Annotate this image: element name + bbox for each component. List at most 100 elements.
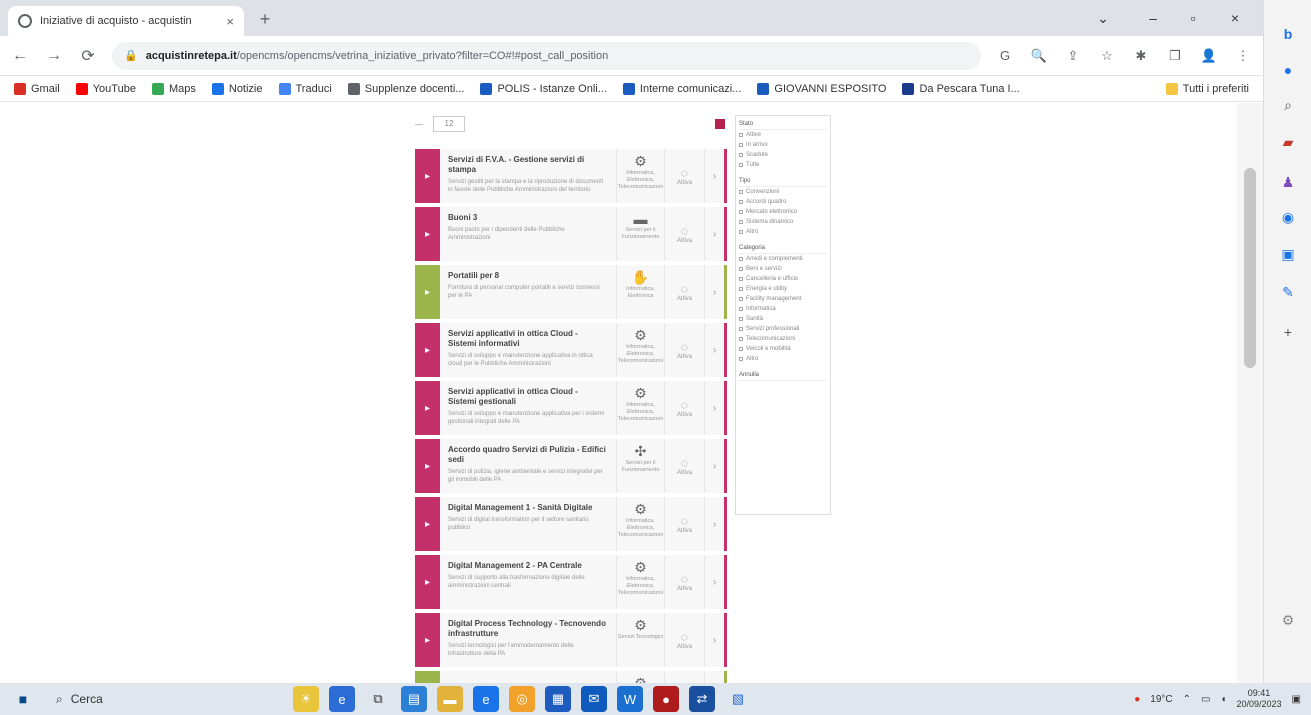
- bookmark-polis[interactable]: POLIS - Istanze Onli...: [480, 82, 607, 95]
- mail-icon[interactable]: ✉: [581, 686, 607, 712]
- widget-icon[interactable]: ☀: [293, 686, 319, 712]
- discover-icon[interactable]: ●: [1276, 58, 1300, 82]
- weather-icon[interactable]: ●: [1134, 694, 1140, 705]
- result-card[interactable]: ▸ Accordo quadro Servizi di Pulizia - Edi…: [415, 439, 727, 493]
- shopping-icon[interactable]: ▰: [1276, 130, 1300, 154]
- checkbox[interactable]: [739, 143, 743, 147]
- back-button[interactable]: ←: [10, 47, 30, 65]
- filter-option[interactable]: Accordi quadro: [739, 197, 827, 207]
- chevron-right-icon[interactable]: ›: [704, 265, 724, 319]
- google-lens-icon[interactable]: G: [995, 48, 1015, 63]
- chevron-right-icon[interactable]: ›: [704, 323, 724, 377]
- games-icon[interactable]: ♟: [1276, 170, 1300, 194]
- checkbox[interactable]: [739, 200, 743, 204]
- result-card[interactable]: ▸ Portatili per 8 Fornitura di personal co…: [415, 265, 727, 319]
- checkbox[interactable]: [739, 133, 743, 137]
- share-icon[interactable]: ⇪: [1063, 48, 1083, 64]
- checkbox[interactable]: [739, 257, 743, 261]
- bookmark-giovanni[interactable]: GIOVANNI ESPOSITO: [757, 82, 886, 95]
- filter-option[interactable]: Attive: [739, 130, 827, 140]
- add-icon[interactable]: +: [1276, 320, 1300, 344]
- checkbox[interactable]: [739, 337, 743, 341]
- chevron-right-icon[interactable]: ›: [704, 613, 724, 667]
- card-title[interactable]: Digital Management 1 - Sanità Digitale: [448, 503, 608, 513]
- card-title[interactable]: Servizi applicativi in ottica Cloud - Si…: [448, 329, 608, 349]
- bookmark-pescara[interactable]: Da Pescara Tuna I...: [902, 82, 1020, 95]
- card-title[interactable]: Accordo quadro Servizi di Pulizia - Edif…: [448, 445, 608, 465]
- filter-option[interactable]: Energia e utility: [739, 284, 827, 294]
- task-view-icon[interactable]: ⧉: [365, 686, 391, 712]
- checkbox[interactable]: [739, 297, 743, 301]
- volume-icon[interactable]: ◖: [1220, 694, 1226, 705]
- filter-option[interactable]: Cancelleria e ufficio: [739, 274, 827, 284]
- result-card[interactable]: ▸ Servizi applicativi in ottica Cloud - S…: [415, 381, 727, 435]
- per-page-select[interactable]: 12: [433, 116, 465, 132]
- forward-button[interactable]: →: [44, 47, 64, 65]
- office-icon[interactable]: ◉: [1276, 205, 1300, 229]
- checkbox[interactable]: [739, 327, 743, 331]
- bookmark-interne[interactable]: Interne comunicazi...: [622, 82, 741, 95]
- chevron-right-icon[interactable]: ›: [704, 439, 724, 493]
- scrollbar-thumb[interactable]: [1244, 168, 1256, 368]
- close-tab-icon[interactable]: ×: [226, 14, 234, 29]
- checkbox[interactable]: [739, 267, 743, 271]
- taskbar-search[interactable]: ⌕ Cerca: [48, 686, 198, 712]
- checkbox[interactable]: [739, 317, 743, 321]
- filter-option[interactable]: Beni e servizi: [739, 264, 827, 274]
- filter-group-title[interactable]: Categoria: [739, 243, 827, 254]
- result-card[interactable]: ▸ Servizi di F.V.A. - Gestione servizi di…: [415, 149, 727, 203]
- card-title[interactable]: Servizi di F.V.A. - Gestione servizi di …: [448, 155, 608, 175]
- result-card[interactable]: ▸ Digital Management 2 - PA Centrale Servi…: [415, 555, 727, 609]
- checkbox[interactable]: [739, 210, 743, 214]
- checkbox[interactable]: [739, 307, 743, 311]
- filter-option[interactable]: Telecomunicazioni: [739, 334, 827, 344]
- teamviewer-icon[interactable]: ⇄: [689, 686, 715, 712]
- menu-icon[interactable]: ⋮: [1233, 48, 1253, 64]
- new-tab-button[interactable]: +: [254, 8, 276, 30]
- reload-button[interactable]: ⟳: [78, 46, 98, 66]
- filter-option[interactable]: Mercato elettronico: [739, 207, 827, 217]
- side-panel-icon[interactable]: ❐: [1165, 48, 1185, 64]
- edge-browser-icon[interactable]: e: [473, 686, 499, 712]
- zoom-icon[interactable]: 🔍: [1029, 48, 1049, 64]
- card-title[interactable]: Digital Process Technology - Tecnovendo …: [448, 619, 608, 639]
- card-title[interactable]: Digital Management 2 - PA Centrale: [448, 561, 608, 571]
- copilot-icon[interactable]: b: [1276, 22, 1300, 46]
- bookmark-gmail[interactable]: Gmail: [14, 82, 60, 95]
- reset-filters-link[interactable]: Annulla: [739, 370, 827, 381]
- chevron-right-icon[interactable]: ›: [704, 555, 724, 609]
- bookmark-maps[interactable]: Maps: [151, 82, 196, 95]
- card-title[interactable]: Buoni 3: [448, 213, 608, 223]
- checkbox[interactable]: [739, 357, 743, 361]
- chrome-icon[interactable]: ◎: [509, 686, 535, 712]
- chevron-right-icon[interactable]: ›: [704, 207, 724, 261]
- checkbox[interactable]: [739, 347, 743, 351]
- filter-option[interactable]: Altro: [739, 227, 827, 237]
- clock[interactable]: 09:41 20/09/2023: [1237, 688, 1282, 710]
- store-icon[interactable]: ▦: [545, 686, 571, 712]
- filter-group-title[interactable]: Stato: [739, 119, 827, 130]
- checkbox[interactable]: [739, 277, 743, 281]
- result-card[interactable]: ▸ Buoni 3 Buoni pasto per i dipendenti del…: [415, 207, 727, 261]
- search-icon[interactable]: ⌕: [1276, 93, 1300, 117]
- filter-option[interactable]: Tutte: [739, 160, 827, 170]
- minimize-button[interactable]: –: [1135, 5, 1171, 31]
- edge-app-icon[interactable]: e: [329, 686, 355, 712]
- filter-option[interactable]: Sistema dinamico: [739, 217, 827, 227]
- bookmark-star-icon[interactable]: ☆: [1097, 48, 1117, 64]
- checkbox[interactable]: [739, 230, 743, 234]
- word-icon[interactable]: W: [617, 686, 643, 712]
- network-icon[interactable]: ▭: [1201, 694, 1210, 705]
- chevron-right-icon[interactable]: ›: [704, 149, 724, 203]
- extensions-icon[interactable]: ✱: [1131, 48, 1151, 64]
- folder-app-icon[interactable]: ▬: [437, 686, 463, 712]
- chevron-right-icon[interactable]: ›: [704, 671, 724, 683]
- card-title[interactable]: Portatili per 8: [448, 271, 608, 281]
- result-card[interactable]: ▸ ⚙ ◌›: [415, 671, 727, 683]
- filter-group-title[interactable]: Tipo: [739, 176, 827, 187]
- result-card[interactable]: ▸ Servizi applicativi in ottica Cloud - S…: [415, 323, 727, 377]
- checkbox[interactable]: [739, 220, 743, 224]
- filter-option[interactable]: Informatica: [739, 304, 827, 314]
- filter-option[interactable]: Convenzioni: [739, 187, 827, 197]
- filter-option[interactable]: Veicoli e mobilità: [739, 344, 827, 354]
